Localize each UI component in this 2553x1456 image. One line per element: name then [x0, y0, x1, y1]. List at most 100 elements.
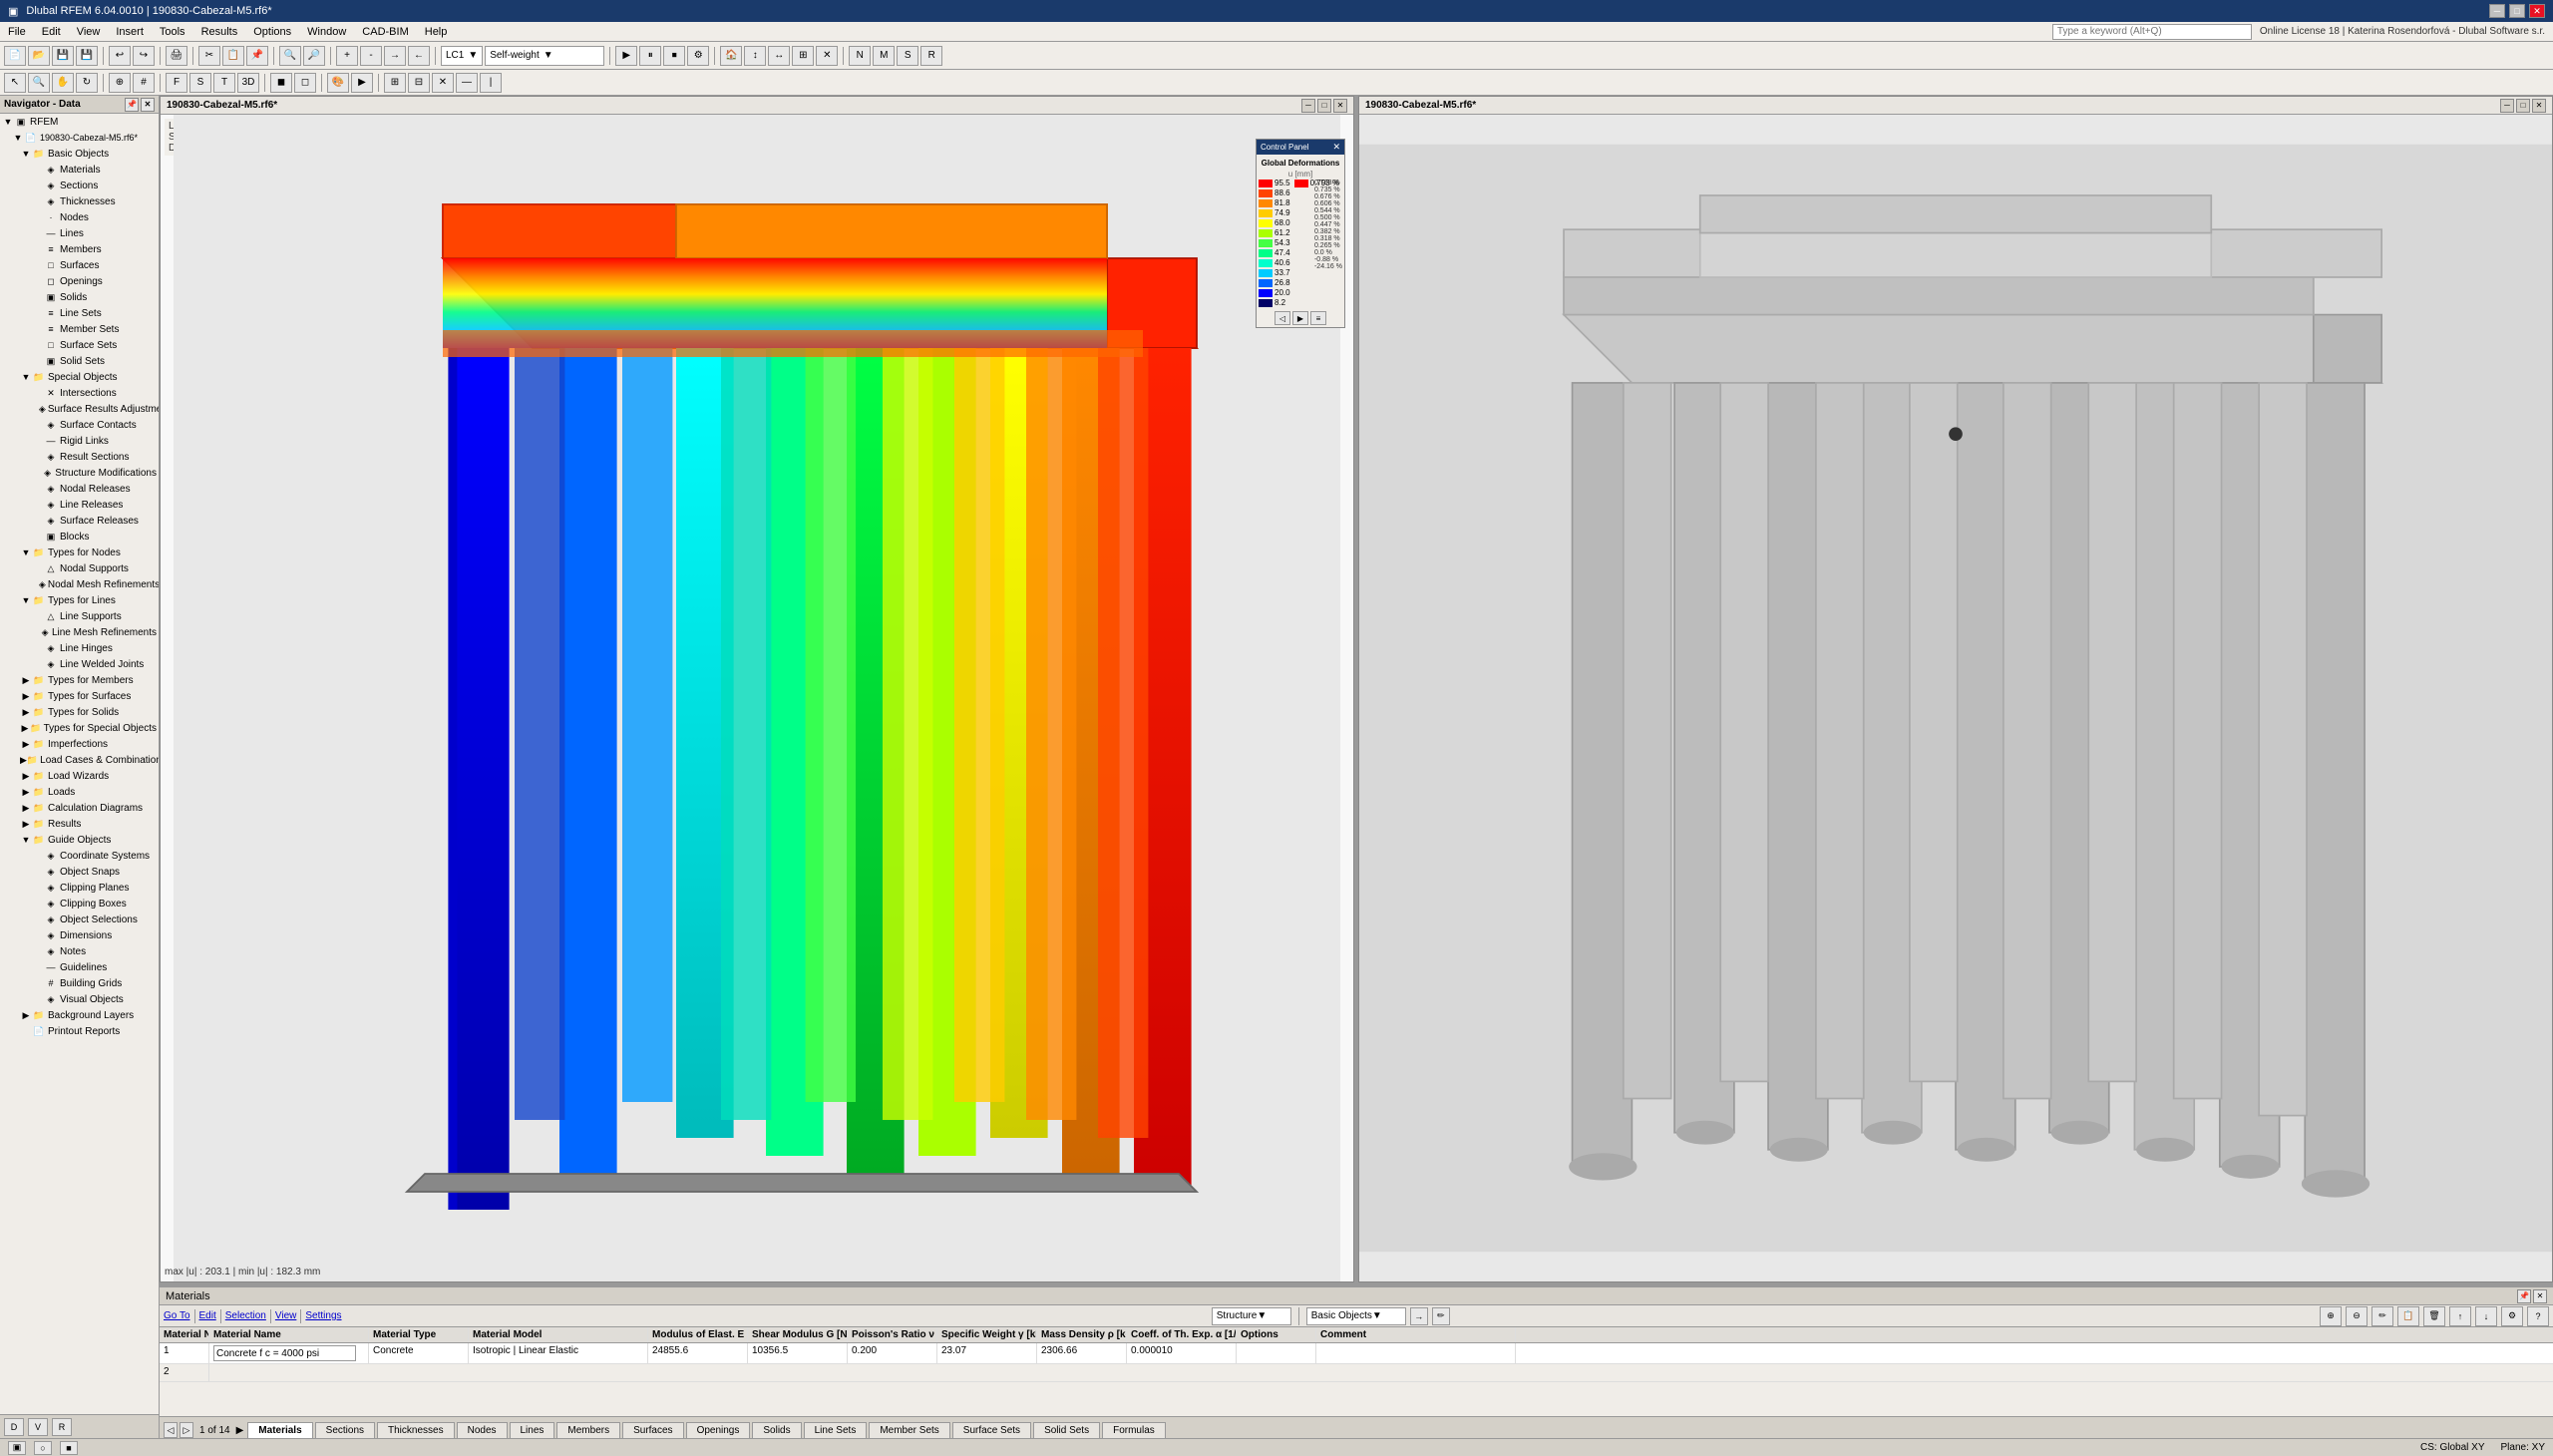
- tb-btn-10[interactable]: ▶: [615, 46, 637, 66]
- tb-btn-20[interactable]: M: [873, 46, 895, 66]
- mat-tb-5[interactable]: 🗑: [2423, 1306, 2445, 1326]
- bottom-panel-close[interactable]: ✕: [2533, 1289, 2547, 1303]
- tree-materials[interactable]: ▶ ◈ Materials: [0, 162, 159, 178]
- loads-toggle[interactable]: ▶: [20, 786, 32, 798]
- menu-view[interactable]: View: [69, 24, 109, 40]
- tree-nodal-releases[interactable]: ▶ ◈ Nodal Releases: [0, 481, 159, 497]
- table-row[interactable]: 1 Concrete Isotropic | Linear Elastic 24…: [160, 1343, 2553, 1364]
- tree-file[interactable]: ▼ 📄 190830-Cabezal-M5.rf6*: [0, 130, 159, 146]
- tree-coordinate-systems[interactable]: ▶ ◈ Coordinate Systems: [0, 848, 159, 864]
- minimize-button[interactable]: ─: [2489, 4, 2505, 18]
- print-button[interactable]: 🖨: [166, 46, 187, 66]
- view-right-minimize[interactable]: ─: [2500, 99, 2514, 113]
- tree-sections[interactable]: ▶ ◈ Sections: [0, 178, 159, 193]
- tree-types-special[interactable]: ▶ 📁 Types for Special Objects: [0, 720, 159, 736]
- types-lines-toggle[interactable]: ▼: [20, 594, 32, 606]
- view-side[interactable]: S: [189, 73, 211, 93]
- lc-name-dropdown[interactable]: Self-weight ▼: [485, 46, 604, 66]
- tree-solids[interactable]: ▶ ▣ Solids: [0, 289, 159, 305]
- tree-surface-contacts[interactable]: ▶ ◈ Surface Contacts: [0, 417, 159, 433]
- tree-types-solids[interactable]: ▶ 📁 Types for Solids: [0, 704, 159, 720]
- tree-types-lines[interactable]: ▼ 📁 Types for Lines: [0, 592, 159, 608]
- animate-button[interactable]: ▶: [351, 73, 373, 93]
- tree-line-mesh-ref[interactable]: ▶ ◈ Line Mesh Refinements: [0, 624, 159, 640]
- basic-objects-toggle[interactable]: ▼: [20, 148, 32, 160]
- status-btn-3[interactable]: ■: [60, 1441, 78, 1455]
- filter-dropdown[interactable]: Structure▼: [1212, 1307, 1291, 1325]
- nav-data-button[interactable]: D: [4, 1418, 24, 1436]
- bottom-panel-pin[interactable]: 📌: [2517, 1289, 2531, 1303]
- mat-tb-7[interactable]: ↓: [2475, 1306, 2497, 1326]
- types-members-toggle[interactable]: ▶: [20, 674, 32, 686]
- tb-btn-7[interactable]: -: [360, 46, 382, 66]
- tb-btn-8[interactable]: →: [384, 46, 406, 66]
- rfem-toggle[interactable]: ▼: [2, 116, 14, 128]
- menu-window[interactable]: Window: [299, 24, 354, 40]
- filter-apply-button[interactable]: →: [1410, 1307, 1428, 1325]
- open-button[interactable]: 📂: [28, 46, 50, 66]
- mat-tb-8[interactable]: ⚙: [2501, 1306, 2523, 1326]
- tree-loads[interactable]: ▶ 📁 Loads: [0, 784, 159, 800]
- filter2-dropdown[interactable]: Basic Objects▼: [1306, 1307, 1406, 1325]
- tree-line-releases[interactable]: ▶ ◈ Line Releases: [0, 497, 159, 513]
- nav-close-button[interactable]: ✕: [141, 98, 155, 112]
- menu-options[interactable]: Options: [245, 24, 299, 40]
- status-btn-2[interactable]: ○: [34, 1441, 52, 1455]
- tb2-btn-5[interactable]: |: [480, 73, 502, 93]
- view-left-minimize[interactable]: ─: [1301, 99, 1315, 113]
- save-button[interactable]: 💾: [52, 46, 74, 66]
- tree-line-supports[interactable]: ▶ △ Line Supports: [0, 608, 159, 624]
- menu-results[interactable]: Results: [193, 24, 246, 40]
- tree-object-snaps[interactable]: ▶ ◈ Object Snaps: [0, 864, 159, 880]
- guide-objects-toggle[interactable]: ▼: [20, 834, 32, 846]
- menu-help[interactable]: Help: [417, 24, 456, 40]
- tb-btn-19[interactable]: N: [849, 46, 871, 66]
- tree-load-cases[interactable]: ▶ 📁 Load Cases & Combinations: [0, 752, 159, 768]
- select-button[interactable]: ↖: [4, 73, 26, 93]
- menu-file[interactable]: File: [0, 24, 34, 40]
- tb-btn-1[interactable]: ✂: [198, 46, 220, 66]
- view-right-close[interactable]: ✕: [2532, 99, 2546, 113]
- search-input[interactable]: [2052, 24, 2252, 40]
- tree-surface-results-adj[interactable]: ▶ ◈ Surface Results Adjustments: [0, 401, 159, 417]
- imperfections-toggle[interactable]: ▶: [20, 738, 32, 750]
- nav-pin-button[interactable]: 📌: [125, 98, 139, 112]
- tree-members[interactable]: ▶ ≡ Members: [0, 241, 159, 257]
- tree-line-welded-joints[interactable]: ▶ ◈ Line Welded Joints: [0, 656, 159, 672]
- mat-tb-4[interactable]: 📋: [2397, 1306, 2419, 1326]
- tree-results[interactable]: ▶ 📁 Results: [0, 816, 159, 832]
- tree-guidelines[interactable]: ▶ — Guidelines: [0, 959, 159, 975]
- new-button[interactable]: 📄: [4, 46, 26, 66]
- tree-background-layers[interactable]: ▶ 📁 Background Layers: [0, 1007, 159, 1023]
- types-nodes-toggle[interactable]: ▼: [20, 546, 32, 558]
- tree-rigid-links[interactable]: ▶ — Rigid Links: [0, 433, 159, 449]
- tree-nodal-mesh-ref[interactable]: ▶ ◈ Nodal Mesh Refinements: [0, 576, 159, 592]
- tree-lines[interactable]: ▶ — Lines: [0, 225, 159, 241]
- mat-tb-2[interactable]: ⊖: [2346, 1306, 2368, 1326]
- load-cases-toggle[interactable]: ▶: [20, 754, 27, 766]
- nav-results-button[interactable]: R: [52, 1418, 72, 1436]
- tb2-btn-3[interactable]: ✕: [432, 73, 454, 93]
- cp-btn-1[interactable]: ◁: [1275, 311, 1290, 325]
- tb-btn-5[interactable]: 🔎: [303, 46, 325, 66]
- tree-surface-releases[interactable]: ▶ ◈ Surface Releases: [0, 513, 159, 529]
- tree-types-surfaces[interactable]: ▶ 📁 Types for Surfaces: [0, 688, 159, 704]
- tree-line-hinges[interactable]: ▶ ◈ Line Hinges: [0, 640, 159, 656]
- cp-close-button[interactable]: ✕: [1332, 142, 1340, 153]
- tree-special-objects[interactable]: ▼ 📁 Special Objects: [0, 369, 159, 385]
- pan-button[interactable]: ✋: [52, 73, 74, 93]
- close-button[interactable]: ✕: [2529, 4, 2545, 18]
- tree-types-members[interactable]: ▶ 📁 Types for Members: [0, 672, 159, 688]
- tree-imperfections[interactable]: ▶ 📁 Imperfections: [0, 736, 159, 752]
- view-top[interactable]: T: [213, 73, 235, 93]
- tb2-btn-1[interactable]: ⊞: [384, 73, 406, 93]
- material-name-input[interactable]: [213, 1345, 356, 1361]
- tree-visual-objects[interactable]: ▶ ◈ Visual Objects: [0, 991, 159, 1007]
- tree-guide-objects[interactable]: ▼ 📁 Guide Objects: [0, 832, 159, 848]
- background-layers-toggle[interactable]: ▶: [20, 1009, 32, 1021]
- mat-tb-1[interactable]: ⊕: [2320, 1306, 2342, 1326]
- view-left-close[interactable]: ✕: [1333, 99, 1347, 113]
- tree-object-selections[interactable]: ▶ ◈ Object Selections: [0, 911, 159, 927]
- tb-btn-15[interactable]: ↕: [744, 46, 766, 66]
- nav-view-button[interactable]: V: [28, 1418, 48, 1436]
